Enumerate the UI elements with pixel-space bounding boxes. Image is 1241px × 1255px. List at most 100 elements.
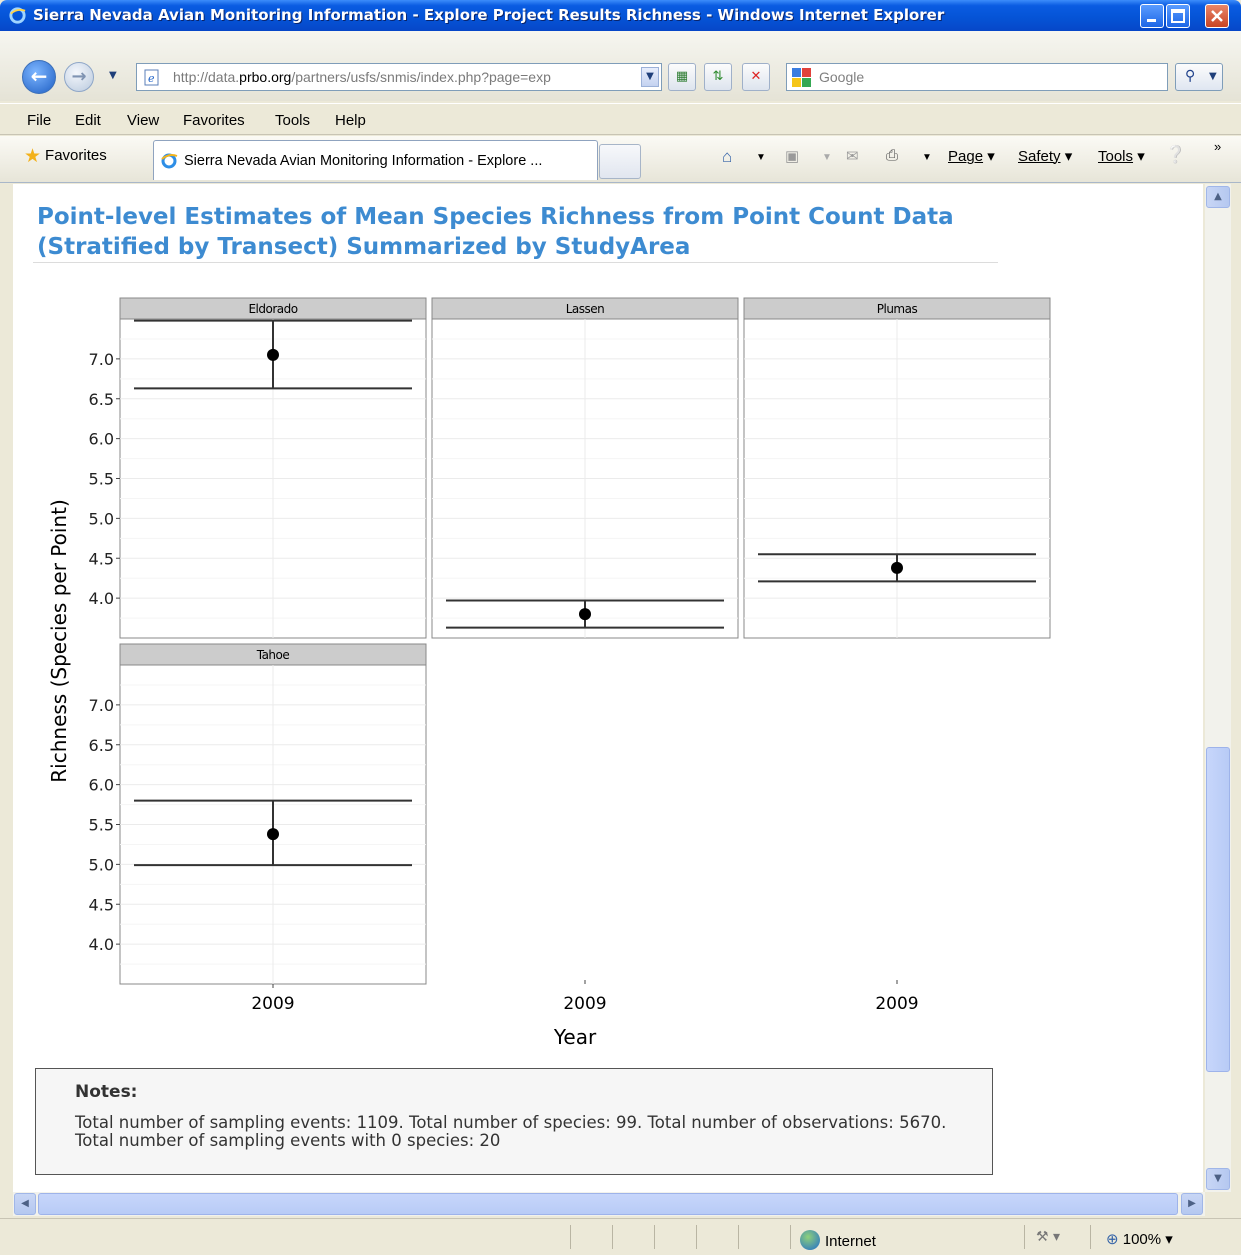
tab-command-bar: ★ Favorites Sierra Nevada Avian Monitorin…: [0, 136, 1241, 183]
print-dropdown[interactable]: ▼: [922, 152, 932, 163]
horizontal-scrollbar[interactable]: ◀ ▶: [13, 1192, 1205, 1216]
panel-label: Tahoe: [256, 648, 290, 662]
y-axis-title: Richness (Species per Point): [47, 499, 71, 782]
x-axis-title: Year: [553, 1025, 597, 1049]
forward-button[interactable]: →: [64, 62, 94, 92]
panel-label: Lassen: [566, 302, 605, 316]
refresh-button[interactable]: ⇅: [704, 63, 732, 91]
y-tick-label: 5.0: [89, 855, 114, 874]
stop-icon: ✕: [750, 69, 762, 84]
tools-menu[interactable]: Tools ▾: [1098, 147, 1145, 165]
page-title: Point-level Estimates of Mean Species Ri…: [37, 204, 954, 260]
stop-button[interactable]: ✕: [742, 63, 770, 91]
favorites-label: Favorites: [45, 147, 107, 164]
compatibility-icon: ▦: [675, 69, 689, 84]
tab-title: Sierra Nevada Avian Monitoring Informati…: [184, 153, 543, 169]
status-divider: [738, 1225, 739, 1249]
status-divider: [790, 1225, 791, 1249]
address-dropdown-button[interactable]: ▼: [641, 67, 659, 87]
status-divider: [1090, 1225, 1091, 1249]
y-tick-label: 5.0: [89, 509, 114, 528]
close-icon: [1211, 10, 1223, 22]
vertical-scroll-thumb[interactable]: [1206, 747, 1230, 1072]
safety-menu[interactable]: Safety ▾: [1018, 147, 1072, 165]
horizontal-scroll-thumb[interactable]: [38, 1193, 1178, 1215]
status-bar: Internet ⚒ ▾ ⊕ 100% ▾: [0, 1218, 1241, 1255]
chevron-more-icon[interactable]: »: [1214, 139, 1221, 154]
y-tick-label: 4.0: [89, 589, 114, 608]
protected-mode-icon[interactable]: ⚒ ▾: [1036, 1229, 1060, 1245]
zoom-level[interactable]: ⊕ 100% ▾: [1106, 1230, 1173, 1248]
y-tick-label: 4.0: [89, 935, 114, 954]
globe-icon: [800, 1230, 820, 1250]
home-icon[interactable]: ⌂: [722, 147, 732, 167]
data-point: [267, 348, 279, 361]
help-icon[interactable]: ❔: [1165, 145, 1186, 165]
new-tab-button[interactable]: [599, 144, 641, 179]
star-icon: ★: [24, 146, 42, 167]
print-icon[interactable]: ⎙: [886, 147, 898, 164]
status-divider: [654, 1225, 655, 1249]
tab-active[interactable]: Sierra Nevada Avian Monitoring Informati…: [153, 140, 598, 180]
status-divider: [696, 1225, 697, 1249]
status-divider: [570, 1225, 571, 1249]
scroll-down-button[interactable]: ▼: [1206, 1168, 1230, 1190]
google-logo-icon: [792, 68, 811, 87]
recent-pages-dropdown[interactable]: ▼: [109, 70, 117, 81]
home-dropdown[interactable]: ▼: [756, 152, 766, 163]
menu-view[interactable]: View: [127, 112, 159, 129]
window-title: Sierra Nevada Avian Monitoring Informati…: [33, 6, 945, 24]
zoom-icon: ⊕: [1106, 1231, 1119, 1248]
y-tick-label: 6.5: [89, 736, 114, 755]
address-bar[interactable]: e http://data.prbo.org/partners/usfs/snm…: [136, 63, 662, 91]
feeds-icon[interactable]: ▣: [785, 147, 799, 165]
security-zone[interactable]: Internet: [800, 1230, 876, 1250]
menu-edit[interactable]: Edit: [75, 112, 101, 129]
y-tick-label: 4.5: [89, 895, 114, 914]
y-tick-label: 6.5: [89, 390, 114, 409]
scroll-left-button[interactable]: ◀: [14, 1193, 36, 1215]
menu-help[interactable]: Help: [335, 112, 366, 129]
y-tick-label: 4.5: [89, 549, 114, 568]
maximize-button[interactable]: [1166, 4, 1190, 28]
menu-tools[interactable]: Tools: [275, 112, 310, 129]
y-tick-label: 6.0: [89, 430, 114, 449]
y-tick-label: 7.0: [89, 350, 114, 369]
richness-chart: Eldorado 4.0 4.5 5.0 5.5 6.0 6.5 7.0 Lassen Pluma…: [47, 297, 1051, 1049]
y-tick-label: 7.0: [89, 696, 114, 715]
feeds-dropdown[interactable]: ▼: [822, 152, 832, 163]
close-button[interactable]: [1205, 4, 1229, 28]
notes-title: Notes:: [75, 1082, 138, 1102]
compatibility-view-button[interactable]: ▦: [668, 63, 696, 91]
search-button[interactable]: ⚲ ▼: [1175, 63, 1223, 91]
svg-text:e: e: [148, 72, 155, 85]
read-mail-icon[interactable]: ✉: [846, 147, 859, 165]
minimize-icon: [1147, 19, 1156, 22]
panel-label: Plumas: [877, 302, 918, 316]
x-tick-label: 2009: [875, 994, 918, 1014]
heading-divider: [33, 262, 998, 263]
scroll-right-button[interactable]: ▶: [1181, 1193, 1203, 1215]
window-titlebar[interactable]: Sierra Nevada Avian Monitoring Informati…: [0, 0, 1241, 31]
favorites-button[interactable]: ★ Favorites: [24, 145, 107, 168]
panel-label: Eldorado: [248, 302, 297, 316]
scroll-up-button[interactable]: ▲: [1206, 186, 1230, 208]
back-button[interactable]: ←: [22, 60, 56, 94]
y-tick-label: 5.5: [89, 816, 114, 835]
x-tick-label: 2009: [563, 994, 606, 1014]
page-menu[interactable]: Page ▾: [948, 147, 995, 165]
y-tick-label: 5.5: [89, 470, 114, 489]
menu-file[interactable]: File: [27, 112, 51, 129]
address-url[interactable]: http://data.prbo.org/partners/usfs/snmis…: [173, 69, 629, 85]
search-input[interactable]: Google: [786, 63, 1168, 91]
search-options-dropdown[interactable]: ▼: [1209, 71, 1217, 82]
page-icon: e: [144, 69, 159, 86]
menu-favorites[interactable]: Favorites: [183, 112, 245, 129]
refresh-icon: ⇅: [712, 69, 724, 84]
vertical-scrollbar[interactable]: ▲ ▼: [1205, 184, 1231, 1192]
data-point: [579, 608, 591, 621]
page-viewport[interactable]: Point-level Estimates of Mean Species Ri…: [13, 184, 1203, 1192]
ie-logo-icon: [9, 7, 26, 24]
minimize-button[interactable]: [1140, 4, 1164, 28]
notes-box: Notes: Total number of sampling events: …: [35, 1068, 993, 1175]
